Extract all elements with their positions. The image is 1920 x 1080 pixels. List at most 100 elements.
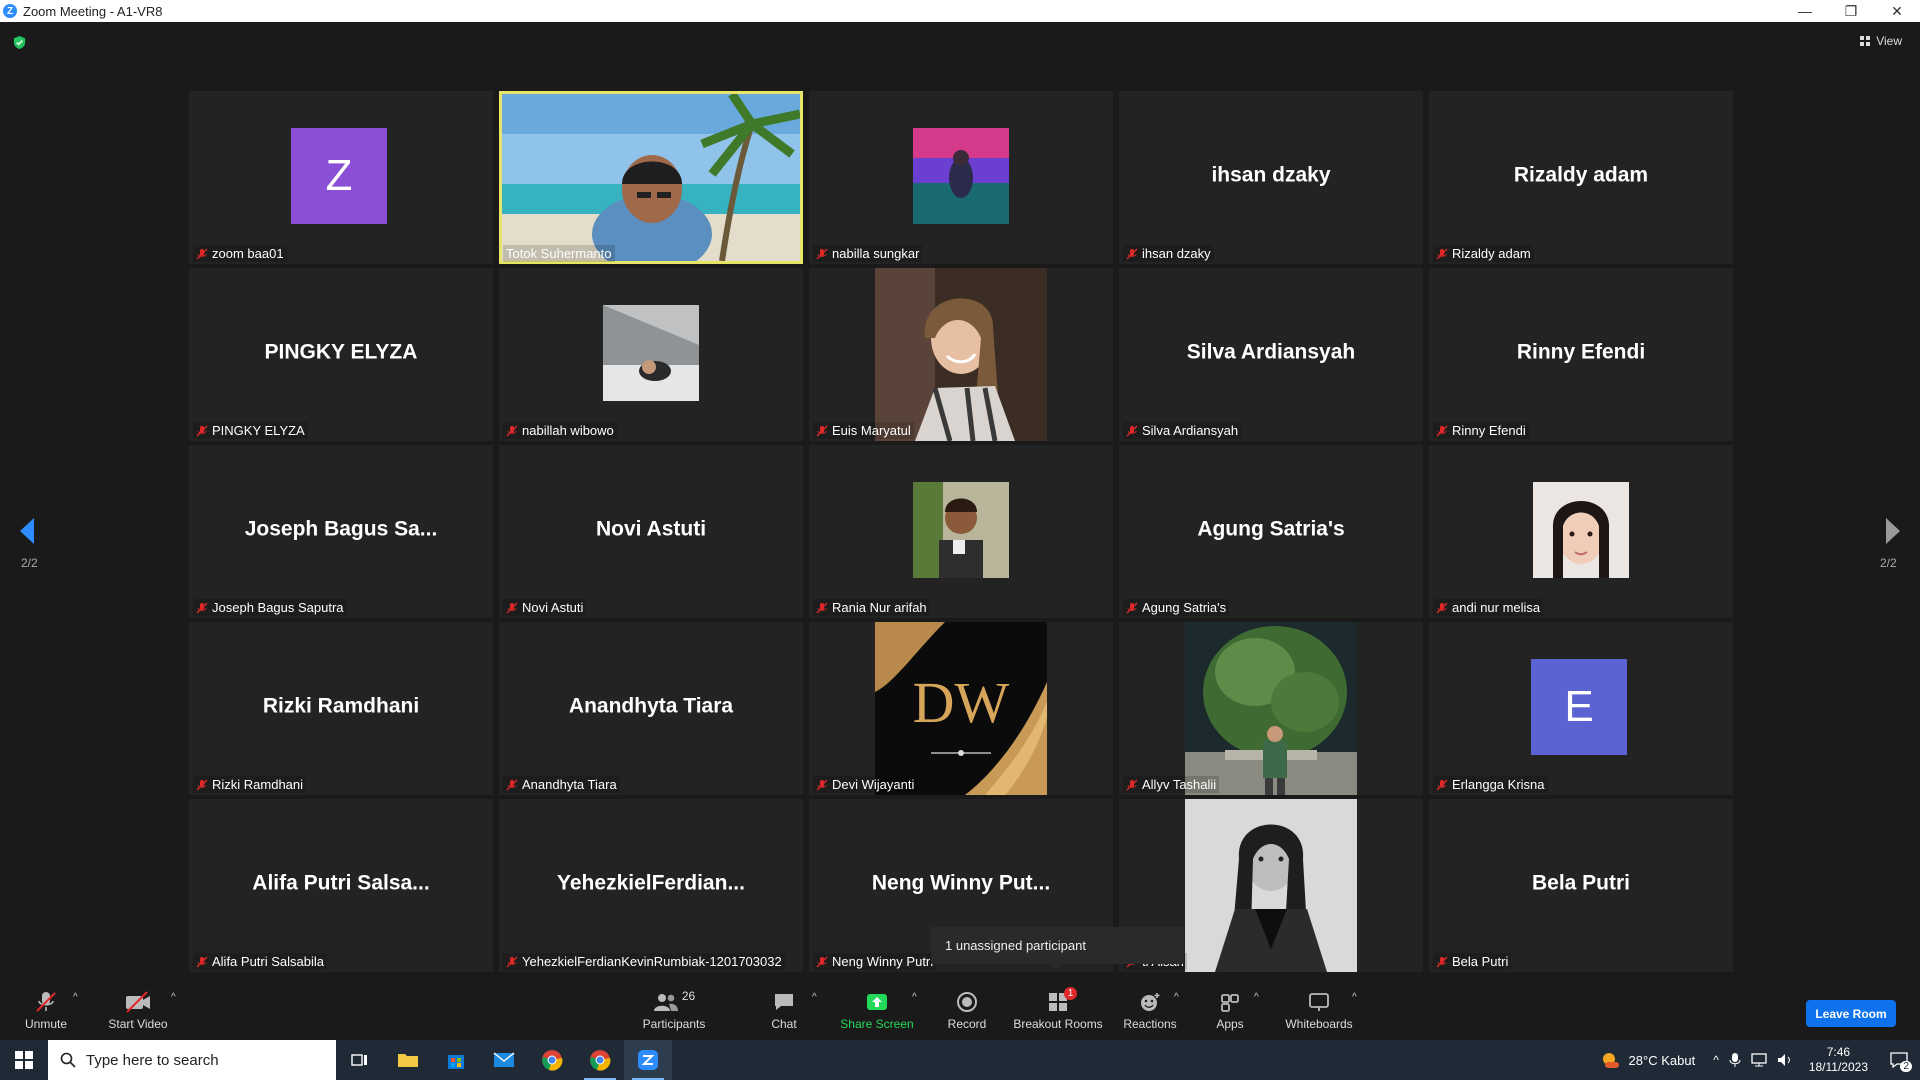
reactions-options-chevron-icon[interactable]: ^	[1174, 992, 1179, 1003]
share-screen-button[interactable]: Share Screen	[840, 980, 914, 1040]
dw-logo-image: DW	[875, 622, 1047, 795]
participant-tile[interactable]: Rinny Efendi Rinny Efendi	[1429, 268, 1733, 441]
restore-button[interactable]: ❐	[1828, 0, 1874, 22]
participant-display-name: Alifa Putri Salsa...	[252, 871, 430, 895]
chat-button[interactable]: Chat	[762, 980, 806, 1040]
encryption-shield-icon[interactable]	[12, 35, 27, 50]
share-options-chevron-icon[interactable]: ^	[912, 992, 917, 1003]
participant-tile[interactable]: ihsan dzaky ihsan dzaky	[1119, 91, 1423, 264]
close-button[interactable]: ✕	[1874, 0, 1920, 22]
taskbar-chrome-profile[interactable]	[576, 1040, 624, 1080]
chat-options-chevron-icon[interactable]: ^	[812, 992, 817, 1003]
taskbar-zoom[interactable]	[624, 1040, 672, 1080]
participant-tile[interactable]: Joseph Bagus Sa... Joseph Bagus Saputra	[189, 445, 493, 618]
participant-tile[interactable]: andi nur melisa	[1429, 445, 1733, 618]
next-page-arrow-icon[interactable]	[1882, 516, 1902, 546]
whiteboards-options-chevron-icon[interactable]: ^	[1352, 992, 1357, 1003]
participant-tile[interactable]: Totok Suhermanto	[499, 91, 803, 264]
video-options-chevron-icon[interactable]: ^	[171, 992, 176, 1003]
start-video-button[interactable]: Start Video	[106, 980, 170, 1040]
microphone-muted-icon	[816, 425, 828, 437]
view-button[interactable]: View	[1860, 34, 1902, 48]
participant-name-label: Alifa Putri Salsabila	[193, 953, 327, 970]
participant-tile[interactable]: DW Devi Wijayanti	[809, 622, 1113, 795]
participant-video-grid: Zzoom baa01 Totok Suhermanto nabilla sungk…	[189, 91, 1733, 972]
participants-button[interactable]: 26 Participants	[640, 980, 708, 1040]
previous-page-arrow-icon[interactable]	[18, 516, 38, 546]
participant-tile[interactable]: Alifa Putri Salsa... Alifa Putri Salsabil…	[189, 799, 493, 972]
participant-name: Rania Nur arifah	[832, 600, 927, 615]
participant-tile[interactable]: Rizaldy adam Rizaldy adam	[1429, 91, 1733, 264]
participant-tile[interactable]: nabillah wibowo	[499, 268, 803, 441]
taskbar-clock[interactable]: 7:46 18/11/2023	[1809, 1045, 1868, 1075]
participant-display-name: Rinny Efendi	[1516, 340, 1646, 364]
taskbar-search-box[interactable]: Type here to search	[48, 1040, 336, 1080]
taskbar-store[interactable]	[432, 1040, 480, 1080]
participant-name-label: Silva Ardiansyah	[1123, 422, 1242, 439]
participant-tile[interactable]: Allyv Tashalii	[1119, 622, 1423, 795]
participant-name: Totok Suhermanto	[506, 246, 612, 261]
microphone-muted-icon	[1126, 248, 1138, 260]
windows-taskbar: Type here to search 28°C Kabut ^ 7:46 18…	[0, 1040, 1920, 1080]
participant-video-feed	[502, 94, 800, 261]
participant-name: Novi Astuti	[522, 600, 584, 615]
participant-name: Rizaldy adam	[1452, 246, 1531, 261]
participant-name: Euis Maryatul	[832, 423, 911, 438]
participant-name-label: Rizaldy adam	[1433, 245, 1534, 262]
participant-display-name: YehezkielFerdian...	[557, 871, 745, 895]
windows-start-button[interactable]	[0, 1040, 48, 1080]
participant-tile[interactable]: Rania Nur arifah	[809, 445, 1113, 618]
microphone-tray-icon[interactable]	[1729, 1052, 1741, 1068]
profile-photo	[913, 128, 1009, 224]
participant-name: Devi Wijayanti	[832, 777, 915, 792]
taskbar-mail[interactable]	[480, 1040, 528, 1080]
dw-logo-text: DW	[913, 670, 1010, 735]
breakout-rooms-button[interactable]: 1 Breakout Rooms	[1013, 980, 1103, 1040]
taskbar-file-explorer[interactable]	[384, 1040, 432, 1080]
show-hidden-icons-chevron-icon[interactable]: ^	[1713, 1053, 1719, 1067]
participant-tile[interactable]: Bela Putri Bela Putri	[1429, 799, 1733, 972]
notification-center-button[interactable]: 2	[1878, 1040, 1920, 1080]
participant-tile[interactable]: Novi Astuti Novi Astuti	[499, 445, 803, 618]
participant-tile[interactable]: Rizki Ramdhani Rizki Ramdhani	[189, 622, 493, 795]
whiteboards-button[interactable]: Whiteboards	[1282, 980, 1356, 1040]
search-icon	[60, 1052, 76, 1068]
participant-tile[interactable]: nabilla sungkar	[809, 91, 1113, 264]
participant-tile[interactable]: Silva Ardiansyah Silva Ardiansyah	[1119, 268, 1423, 441]
taskbar-chrome[interactable]	[528, 1040, 576, 1080]
audio-options-chevron-icon[interactable]: ^	[73, 992, 78, 1003]
mail-envelope-icon	[493, 1052, 515, 1067]
microphone-muted-icon	[1126, 779, 1138, 791]
system-tray: 28°C Kabut ^ 7:46 18/11/2023 2	[1599, 1040, 1920, 1080]
participant-tile[interactable]: E Erlangga Krisna	[1429, 622, 1733, 795]
reactions-button[interactable]: Reactions	[1122, 980, 1178, 1040]
participant-name-label: zoom baa01	[193, 245, 287, 262]
participant-tile[interactable]: YehezkielFerdian... YehezkielFerdianKevin…	[499, 799, 803, 972]
participant-tile[interactable]: Anandhyta Tiara Anandhyta Tiara	[499, 622, 803, 795]
task-view-button[interactable]	[336, 1040, 384, 1080]
apps-options-chevron-icon[interactable]: ^	[1254, 992, 1259, 1003]
leave-room-button[interactable]: Leave Room	[1806, 1000, 1896, 1027]
participant-name: Allyv Tashalii	[1142, 777, 1217, 792]
unmute-button[interactable]: Unmute	[18, 980, 74, 1040]
participant-name: andi nur melisa	[1452, 600, 1541, 615]
speaker-volume-icon[interactable]	[1777, 1052, 1795, 1068]
participant-name-label: Allyv Tashalii	[1123, 776, 1220, 793]
apps-button[interactable]: Apps	[1210, 980, 1250, 1040]
minimize-button[interactable]: —	[1782, 0, 1828, 22]
participant-display-name: Anandhyta Tiara	[568, 694, 734, 718]
participant-tile[interactable]: Zzoom baa01	[189, 91, 493, 264]
participant-tile[interactable]: Agung Satria's Agung Satria's	[1119, 445, 1423, 618]
participant-name: Rinny Efendi	[1452, 423, 1526, 438]
participant-tile[interactable]: PINGKY ELYZA PINGKY ELYZA	[189, 268, 493, 441]
participant-tile[interactable]: Euis Maryatul	[809, 268, 1113, 441]
weather-text[interactable]: 28°C Kabut	[1629, 1053, 1696, 1068]
record-button[interactable]: Record	[944, 980, 990, 1040]
participant-name-label: nabillah wibowo	[503, 422, 617, 439]
participant-name: PINGKY ELYZA	[212, 423, 305, 438]
profile-photo	[913, 482, 1009, 578]
participant-display-name: ihsan dzaky	[1211, 163, 1331, 187]
weather-sun-icon[interactable]	[1599, 1050, 1621, 1070]
network-icon[interactable]	[1751, 1052, 1769, 1068]
participant-display-name: Rizki Ramdhani	[262, 694, 420, 718]
